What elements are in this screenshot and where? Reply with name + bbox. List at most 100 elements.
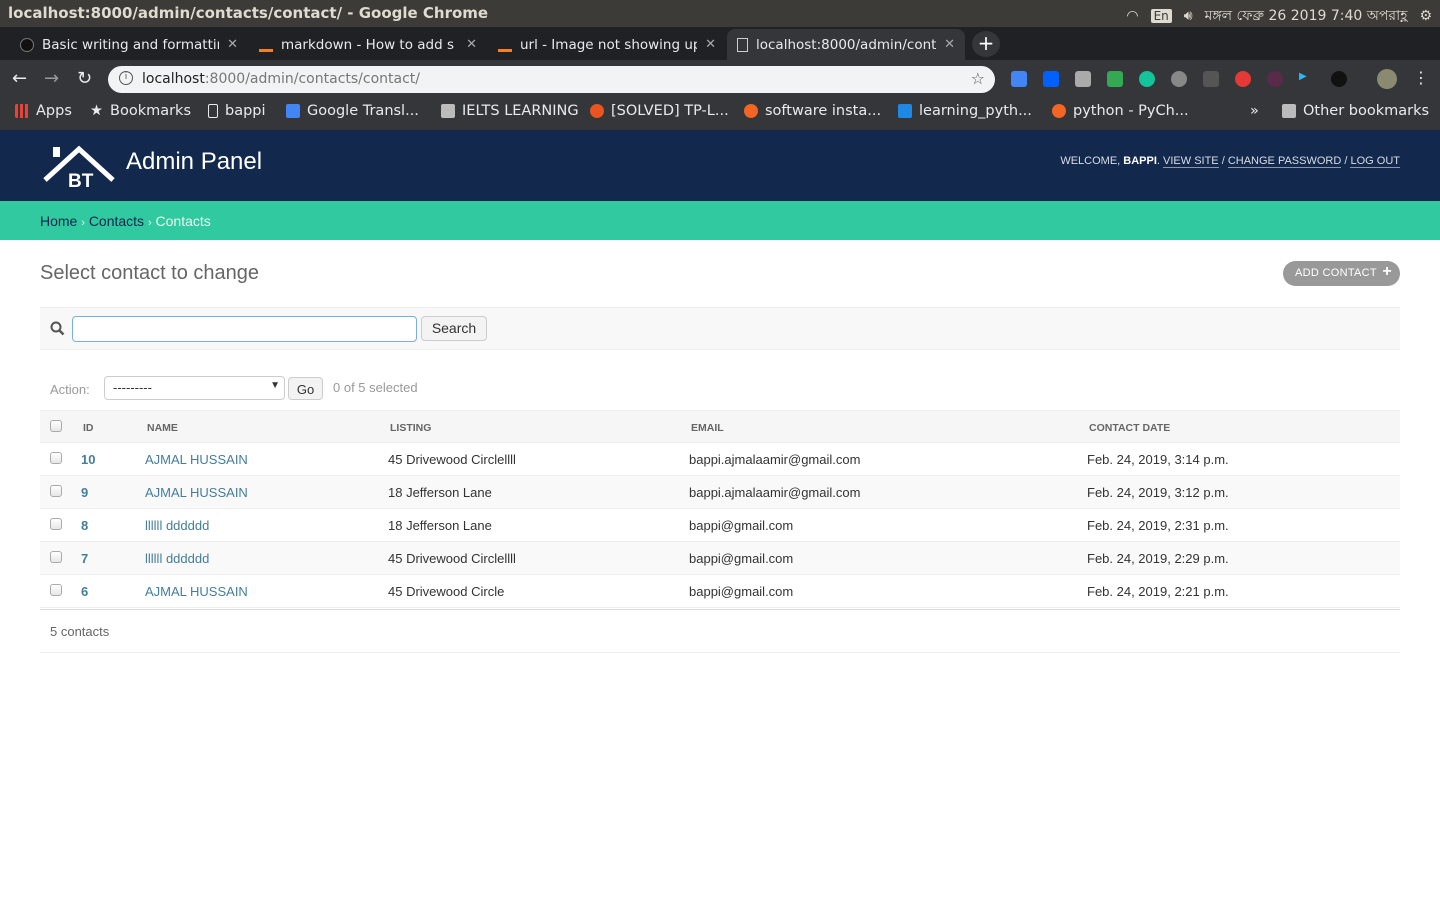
action-select[interactable]: --------- ▼ [104,376,285,400]
record-extension-icon[interactable] [1235,71,1251,87]
select-all-checkbox[interactable] [50,420,62,432]
close-tab-icon[interactable]: ✕ [466,37,477,52]
settings-gear-icon[interactable]: ⚙ [1419,8,1432,24]
row-listing: 45 Drivewood Circle [388,584,505,599]
row-checkbox[interactable] [50,518,62,530]
row-contact-date: Feb. 24, 2019, 2:31 p.m. [1087,518,1229,533]
breadcrumb-home[interactable]: Home [40,213,77,229]
reload-icon[interactable]: ↻ [77,68,92,89]
pocket-extension-icon[interactable] [1171,71,1187,87]
row-contact-date: Feb. 24, 2019, 3:14 p.m. [1087,452,1229,467]
bookmark-ielts[interactable]: IELTS LEARNING [441,103,579,119]
page-icon [737,37,748,52]
row-id-link[interactable]: 9 [81,485,88,500]
breadcrumb: Home › Contacts › Contacts [0,201,1440,240]
close-tab-icon[interactable]: ✕ [227,37,238,52]
change-password-link[interactable]: CHANGE PASSWORD [1227,155,1342,168]
profile-avatar[interactable] [1377,69,1397,89]
system-tray: ◠ En 🔊︎ মঙ্গল ফেব্রু 26 2019 7:40 অপরাহ্… [1126,4,1432,28]
search-button[interactable]: Search [421,316,487,341]
row-checkbox[interactable] [50,551,62,563]
bookmark-bookmarks[interactable]: ★ Bookmarks [90,103,191,119]
k-extension-icon[interactable] [1267,71,1283,87]
volume-icon[interactable]: 🔊︎ [1184,8,1193,24]
row-listing: 45 Drivewood Circlellll [388,551,516,566]
row-checkbox[interactable] [50,452,62,464]
row-name-link[interactable]: llllll dddddd [145,551,209,566]
svg-text:BT: BT [68,171,94,189]
camera-extension-icon[interactable] [1075,71,1091,87]
close-tab-icon[interactable]: ✕ [705,37,716,52]
dropdown-arrow-icon: ▼ [270,380,280,391]
back-icon[interactable]: ← [12,68,27,89]
user-tools: WELCOME, BAPPI. VIEW SITE / CHANGE PASSW… [1060,155,1400,168]
row-email: bappi@gmail.com [689,551,794,566]
forward-icon[interactable]: → [44,68,59,89]
tab-markdown[interactable]: markdown - How to add s ✕ [249,29,487,60]
bookmarks-bar: Apps ★ Bookmarks bappi Google Transl... I… [0,96,1440,130]
table-row: 7 llllll dddddd 45 Drivewood Circlellll … [40,542,1400,575]
address-bar[interactable]: i localhost:8000/admin/contacts/contact/… [108,66,995,93]
google-translate-extension-icon[interactable] [1011,71,1027,87]
os-top-bar: localhost:8000/admin/contacts/contact/ -… [0,0,1440,27]
view-site-link[interactable]: VIEW SITE [1163,155,1219,168]
tab-url-image[interactable]: url - Image not showing up ✕ [488,29,726,60]
bookmark-bappi[interactable]: bappi [208,103,266,119]
results-table: ID NAME LISTING EMAIL CONTACT DATE 10 AJ… [40,410,1400,608]
column-header-email[interactable]: EMAIL [691,422,724,434]
bookmark-star-icon[interactable]: ☆ [971,69,985,88]
row-id-link[interactable]: 8 [81,518,88,533]
clock[interactable]: মঙ্গল ফেব্রু 26 2019 7:40 অপরাহ্ণ [1205,4,1408,28]
row-contact-date: Feb. 24, 2019, 2:21 p.m. [1087,584,1229,599]
grammarly-extension-icon[interactable] [1139,71,1155,87]
close-tab-icon[interactable]: ✕ [944,37,955,52]
row-name-link[interactable]: AJMAL HUSSAIN [145,584,248,599]
bookmark-apps[interactable]: Apps [15,103,72,119]
row-contact-date: Feb. 24, 2019, 3:12 p.m. [1087,485,1229,500]
dropbox-extension-icon[interactable] [1043,71,1059,87]
play-extension-icon[interactable]: ▶ [1299,71,1315,87]
breadcrumb-app[interactable]: Contacts [89,213,144,229]
bookmark-software-install[interactable]: software insta... [744,103,881,119]
row-checkbox[interactable] [50,485,62,497]
column-header-listing[interactable]: LISTING [390,422,431,434]
wifi-icon[interactable]: ◠ [1126,8,1138,24]
row-id-link[interactable]: 6 [81,584,88,599]
bookmark-other-bookmarks[interactable]: Other bookmarks [1282,103,1429,119]
column-header-id[interactable]: ID [83,422,94,434]
language-indicator[interactable]: En [1150,9,1172,23]
column-header-contact-date[interactable]: CONTACT DATE [1089,422,1170,434]
more-bookmarks-button[interactable]: » [1250,103,1259,119]
menu-kebab-icon[interactable]: ⋮ [1413,68,1429,87]
dark-extension-icon[interactable] [1331,71,1347,87]
tab-basic-writing[interactable]: Basic writing and formatting ✕ [10,29,248,60]
add-contact-button[interactable]: ADD CONTACT + [1283,261,1400,286]
github-icon [20,37,34,52]
row-checkbox[interactable] [50,584,62,596]
row-id-link[interactable]: 10 [81,452,95,467]
column-header-name[interactable]: NAME [147,422,178,434]
row-email: bappi.ajmalaamir@gmail.com [689,452,861,467]
row-name-link[interactable]: AJMAL HUSSAIN [145,452,248,467]
bookmark-python-pycharm[interactable]: python - PyCh... [1052,103,1189,119]
site-info-icon[interactable]: i [119,71,133,85]
search-input[interactable] [72,316,417,342]
log-out-link[interactable]: LOG OUT [1350,155,1400,168]
new-tab-button[interactable]: + [972,31,1000,57]
ubuntu-icon [590,104,604,118]
site-brand[interactable]: Admin Panel [126,148,262,176]
row-id-link[interactable]: 7 [81,551,88,566]
bookmark-google-translate[interactable]: Google Transl... [286,103,419,119]
row-name-link[interactable]: llllll dddddd [145,518,209,533]
row-name-link[interactable]: AJMAL HUSSAIN [145,485,248,500]
gmail-extension-icon[interactable] [1203,71,1219,87]
bookmark-learning-python[interactable]: learning_pyth... [898,103,1032,119]
apps-grid-icon [15,104,29,118]
go-button[interactable]: Go [288,377,323,400]
page-icon [208,104,218,118]
bookmark-solved-tplink[interactable]: [SOLVED] TP-L... [590,103,729,119]
row-email: bappi@gmail.com [689,518,794,533]
google-drive-extension-icon[interactable] [1107,71,1123,87]
tab-localhost-admin[interactable]: localhost:8000/admin/contacts✕ [727,29,965,60]
table-row: 10 AJMAL HUSSAIN 45 Drivewood Circlellll… [40,443,1400,476]
